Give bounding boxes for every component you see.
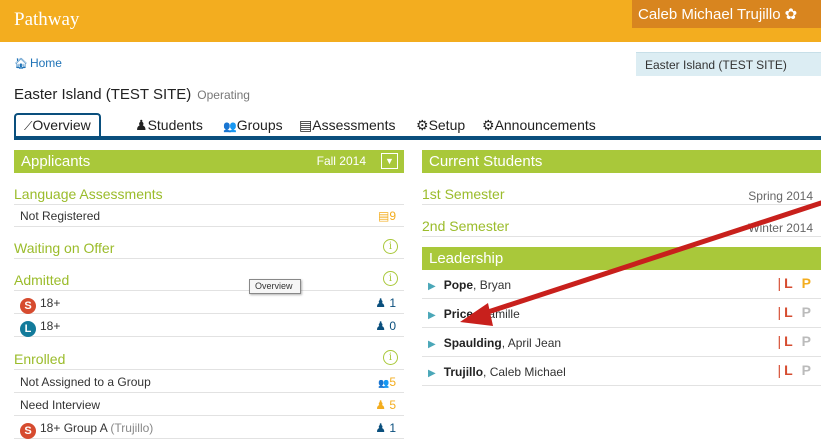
list-item[interactable]: Need Interview ♟ 5 — [14, 394, 404, 416]
p-flag[interactable]: P — [802, 362, 811, 378]
term-label: Fall 2014 — [316, 154, 366, 168]
info-icon[interactable]: i — [383, 271, 398, 286]
waiting-on-offer-heading[interactable]: Waiting on Offer i — [14, 237, 404, 259]
list-item[interactable]: S 18+ ♟ 1 — [14, 292, 404, 314]
leader-flag[interactable]: L — [784, 362, 793, 378]
home-icon: 🏠︎ — [14, 58, 28, 70]
tab-students[interactable]: ♟Students — [135, 113, 203, 137]
tab-setup[interactable]: ⚙Setup — [416, 113, 465, 137]
person-icon: ♟ — [375, 319, 386, 333]
tab-assessments[interactable]: ▤Assessments — [299, 113, 395, 137]
semester-row[interactable]: 1st Semester Spring 2014 — [422, 183, 821, 205]
top-bar: Pathway Caleb Michael Trujillo ✿ — [0, 0, 821, 42]
leader-flag[interactable]: L — [784, 275, 793, 291]
gear-icon[interactable]: ✿ — [785, 6, 798, 23]
app-brand[interactable]: Pathway — [14, 9, 79, 31]
caret-right-icon[interactable]: ▶ — [428, 368, 436, 379]
p-flag[interactable]: P — [802, 275, 811, 291]
leader-flag[interactable]: L — [784, 304, 793, 320]
page-title: Easter Island (TEST SITE) Operating — [14, 86, 250, 103]
user-menu[interactable]: Caleb Michael Trujillo ✿ — [632, 0, 821, 28]
semester-row[interactable]: 2nd Semester Winter 2014 — [422, 215, 821, 237]
list-item[interactable]: Not Registered ▤9 — [14, 205, 404, 227]
enrolled-heading[interactable]: Enrolled i — [14, 348, 404, 370]
list-item[interactable]: Not Assigned to a Group 👥5 — [14, 371, 404, 393]
caret-right-icon[interactable]: ▶ — [428, 310, 436, 321]
table-row[interactable]: ▶ Price, Camille | L P — [422, 299, 821, 328]
l-badge: L — [20, 321, 36, 337]
person-icon: ♟ — [375, 398, 386, 412]
chevron-down-icon[interactable]: ▼ — [381, 153, 398, 169]
student-icon: ♟ — [135, 117, 148, 133]
info-icon[interactable]: i — [383, 350, 398, 365]
applicants-header: Applicants Fall 2014 ▼ — [14, 150, 404, 173]
table-row[interactable]: ▶ Trujillo, Caleb Michael | L P — [422, 357, 821, 386]
table-row[interactable]: ▶ Pope, Bryan | L P — [422, 270, 821, 299]
list-item[interactable]: S 18+ Group A (Trujillo) ♟ 1 — [14, 417, 404, 439]
caret-right-icon[interactable]: ▶ — [428, 339, 436, 350]
gear-icon: ⚙ — [416, 117, 429, 133]
tab-overview[interactable]: ⟋Overview — [14, 113, 101, 138]
p-flag[interactable]: P — [802, 304, 811, 320]
p-flag[interactable]: P — [802, 333, 811, 349]
list-icon: ▤ — [299, 117, 313, 133]
current-students-header: Current Students — [422, 150, 821, 173]
admitted-heading[interactable]: Admitted i — [14, 269, 404, 291]
table-row[interactable]: ▶ Spaulding, April Jean | L P — [422, 328, 821, 357]
tab-underline — [14, 136, 821, 140]
site-selector[interactable]: Easter Island (TEST SITE) — [636, 52, 821, 76]
person-icon: ♟ — [375, 421, 386, 435]
groups-icon: 👥 — [223, 121, 237, 133]
tab-groups[interactable]: 👥Groups — [223, 113, 283, 137]
language-assessments-heading[interactable]: Language Assessments — [14, 183, 404, 205]
gear-icon: ⚙ — [482, 117, 495, 133]
info-icon[interactable]: i — [383, 239, 398, 254]
user-name: Caleb Michael Trujillo — [638, 6, 781, 23]
tab-announcements[interactable]: ⚙Announcements — [482, 113, 596, 137]
site-status: Operating — [197, 88, 250, 102]
breadcrumb-home[interactable]: 🏠︎ Home — [14, 56, 62, 70]
person-icon: ♟ — [375, 296, 386, 310]
groups-icon: 👥 — [378, 378, 390, 388]
s-badge: S — [20, 298, 36, 314]
leadership-header: Leadership — [422, 247, 821, 270]
list-item[interactable]: L 18+ ♟ 0 — [14, 315, 404, 337]
list-icon: ▤ — [377, 209, 390, 223]
caret-right-icon[interactable]: ▶ — [428, 281, 436, 292]
leader-flag[interactable]: L — [784, 333, 793, 349]
s-badge: S — [20, 423, 36, 439]
tooltip: Overview — [249, 279, 301, 294]
